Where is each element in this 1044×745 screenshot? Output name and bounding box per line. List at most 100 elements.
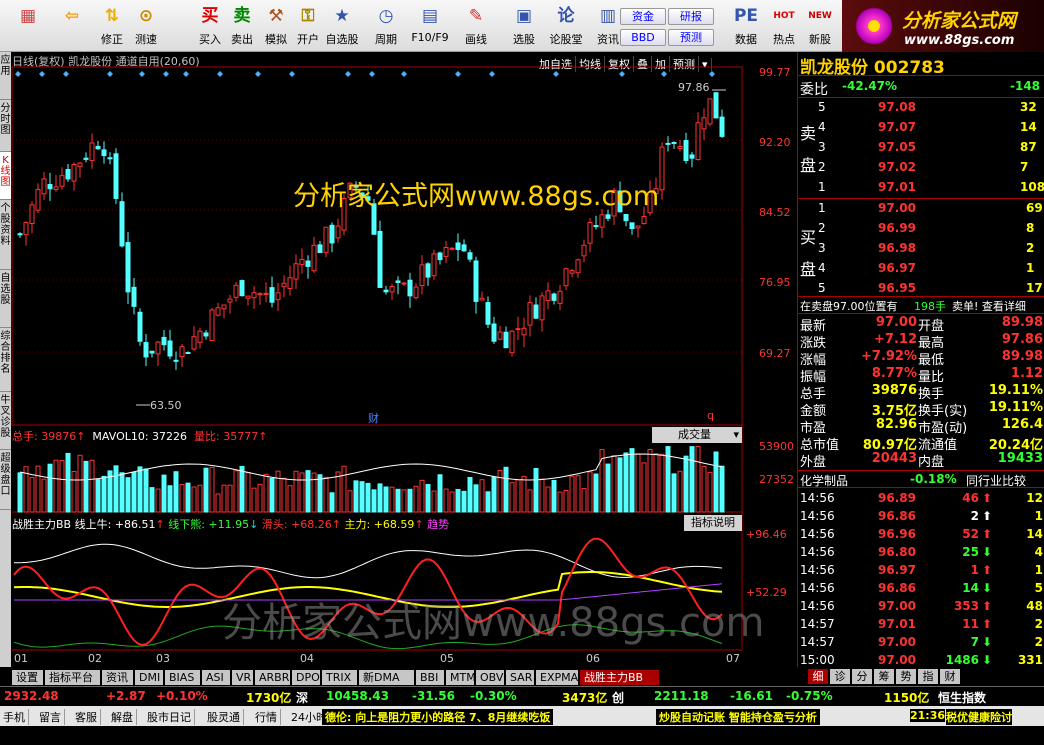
ask-row[interactable]: 2 97.02 7	[798, 159, 1044, 177]
right-tab-1[interactable]: 诊	[830, 669, 850, 684]
indicator-tab-5[interactable]: ASI	[202, 670, 231, 685]
toolbar-clock-button[interactable]: ◷ 周期	[366, 3, 406, 49]
trade-tick-row: 14:57 97.01 11 ⬆ 2	[798, 616, 1044, 634]
right-tab-0[interactable]: 细	[808, 669, 828, 684]
tick-time: 15:00	[800, 653, 835, 667]
status-pct2: -0.30%	[470, 689, 517, 703]
toolbar-pill-3[interactable]: 预测	[668, 29, 714, 46]
toolbar-screen-button[interactable]: ▣ 选股	[504, 3, 544, 49]
toolbar-pill-2[interactable]: BBD	[620, 29, 666, 46]
indicator-tab-9[interactable]: TRIX	[322, 670, 358, 685]
ie-grid-icon: ▦	[19, 6, 37, 26]
diamond-marker	[255, 71, 261, 77]
candle-up	[197, 330, 203, 343]
indicator-tab-11[interactable]: BBI	[416, 670, 445, 685]
tick-time: 14:56	[800, 563, 835, 577]
toolbar-pencil-button[interactable]: ✎ 画线	[456, 3, 496, 49]
right-tab-2[interactable]: 分	[852, 669, 872, 684]
bid-row[interactable]: 4 96.97 1	[798, 260, 1044, 278]
status-button-0[interactable]: 手机	[0, 709, 29, 725]
status-button-5[interactable]: 股灵通	[204, 709, 244, 725]
ask-price: 97.01	[878, 180, 916, 194]
candle-up	[35, 188, 41, 211]
indicator-tab-16[interactable]: 战胜主力BB	[580, 670, 660, 685]
toolbar-pill-1[interactable]: 研报	[668, 8, 714, 25]
candle-up	[263, 292, 269, 295]
indicator-tab-1[interactable]: 指标平台	[45, 670, 101, 685]
industry-row[interactable]: 化学制品 -0.18% 同行业比较	[798, 470, 1044, 488]
status-tail[interactable]: 税优健康险讨	[946, 709, 1012, 725]
indicator-tab-10[interactable]: 新DMA	[359, 670, 415, 685]
toolbar-hot-button[interactable]: HOT 热点	[764, 3, 804, 49]
ask-row[interactable]: 4 97.07 14	[798, 119, 1044, 137]
ask-row[interactable]: 5 97.08 32	[798, 99, 1044, 117]
indicator-tab-7[interactable]: ARBR	[255, 670, 291, 685]
indicator-tab-6[interactable]: VR	[232, 670, 254, 685]
candle-down	[551, 293, 557, 301]
right-tab-5[interactable]: 指	[918, 669, 938, 684]
toolbar-pill-0[interactable]: 资金	[620, 8, 666, 25]
volume-bar	[347, 490, 353, 513]
volume-bar	[77, 454, 83, 513]
buy-icon: 买	[201, 6, 219, 26]
volume-bar	[587, 471, 593, 513]
toolbar-ie-grid-button[interactable]: ▦	[8, 3, 48, 49]
indicator-tab-12[interactable]: MTM	[446, 670, 476, 685]
indicator-tab-4[interactable]: BIAS	[165, 670, 201, 685]
toolbar-newstock-button[interactable]: NEW 新股	[800, 3, 840, 49]
indicator-tab-13[interactable]: OBV	[476, 670, 505, 685]
toolbar-back-arrow-button[interactable]: ⇦	[52, 3, 92, 49]
stat-value: +7.12	[874, 332, 917, 347]
finance-marker: 财	[368, 412, 379, 425]
bid-row[interactable]: 2 96.99 8	[798, 220, 1044, 238]
status-button-6[interactable]: 行情	[252, 709, 281, 725]
status-ch3: -16.61	[730, 689, 773, 703]
notice-row[interactable]: 在卖盘97.00位置有 198手 卖单! 查看详细	[798, 296, 1044, 314]
ask-row[interactable]: 3 97.05 87	[798, 139, 1044, 157]
candle-down	[683, 140, 689, 162]
tick-price: 97.00	[878, 635, 916, 649]
candle-down	[125, 242, 131, 293]
volume-bar	[53, 459, 59, 513]
volume-bar	[683, 455, 689, 513]
indicator-help-button[interactable]: 指标说明	[684, 515, 742, 531]
indicator-tab-3[interactable]: DMI	[135, 670, 164, 685]
indicator-tab-8[interactable]: DPO	[292, 670, 321, 685]
news-ticker[interactable]: 德伦: 向上是阻力更小的路径 7、8月继续吃饭	[322, 709, 554, 725]
candle-down	[137, 311, 143, 342]
toolbar-star-button[interactable]: ★ 自选股	[322, 3, 362, 49]
toolbar-speed-test-button[interactable]: ⊙ 测速	[126, 3, 166, 49]
promo-ticker[interactable]: 炒股自动记账 智能持仓盈亏分析	[656, 709, 820, 725]
indicator-tab-2[interactable]: 资讯	[102, 670, 134, 685]
ask-row[interactable]: 1 97.01 108	[798, 179, 1044, 197]
diamond-marker	[183, 71, 189, 77]
bid-row[interactable]: 1 97.00 69	[798, 200, 1044, 218]
right-tab-3[interactable]: 筹	[874, 669, 894, 684]
status-button-1[interactable]: 留言	[36, 709, 65, 725]
right-tab-4[interactable]: 势	[896, 669, 916, 684]
compare-button[interactable]: 同行业比较	[966, 472, 1026, 489]
ask-level: 2	[818, 160, 826, 174]
candle-down	[533, 304, 539, 319]
indicator-tab-0[interactable]: 设置	[12, 670, 44, 685]
indicator-slip: 滑头: +68.26	[261, 518, 332, 531]
kline-chart[interactable]	[0, 52, 797, 652]
status-button-4[interactable]: 股市日记	[144, 709, 195, 725]
status-pct3: -0.75%	[786, 689, 833, 703]
toolbar-pe-button[interactable]: PE 数据	[726, 3, 766, 49]
status-button-3[interactable]: 解盘	[108, 709, 137, 725]
candle-down	[671, 141, 677, 144]
candle-down	[149, 350, 155, 354]
volume-dropdown[interactable]: 成交量 ▾	[652, 427, 742, 443]
candle-up	[311, 244, 317, 272]
volume-bar	[671, 473, 677, 513]
indicator-tab-14[interactable]: SAR	[506, 670, 535, 685]
stat-value-2: 19.11%	[988, 383, 1043, 398]
indicator-tab-15[interactable]: EXPMA	[536, 670, 579, 685]
toolbar-f10-button[interactable]: ▤ F10/F9	[410, 3, 450, 49]
bid-row[interactable]: 3 96.98 2	[798, 240, 1044, 258]
right-tab-6[interactable]: 财	[940, 669, 960, 684]
candle-up	[569, 270, 575, 274]
toolbar-lun-button[interactable]: 论论股堂	[546, 3, 586, 49]
status-button-2[interactable]: 客服	[72, 709, 101, 725]
